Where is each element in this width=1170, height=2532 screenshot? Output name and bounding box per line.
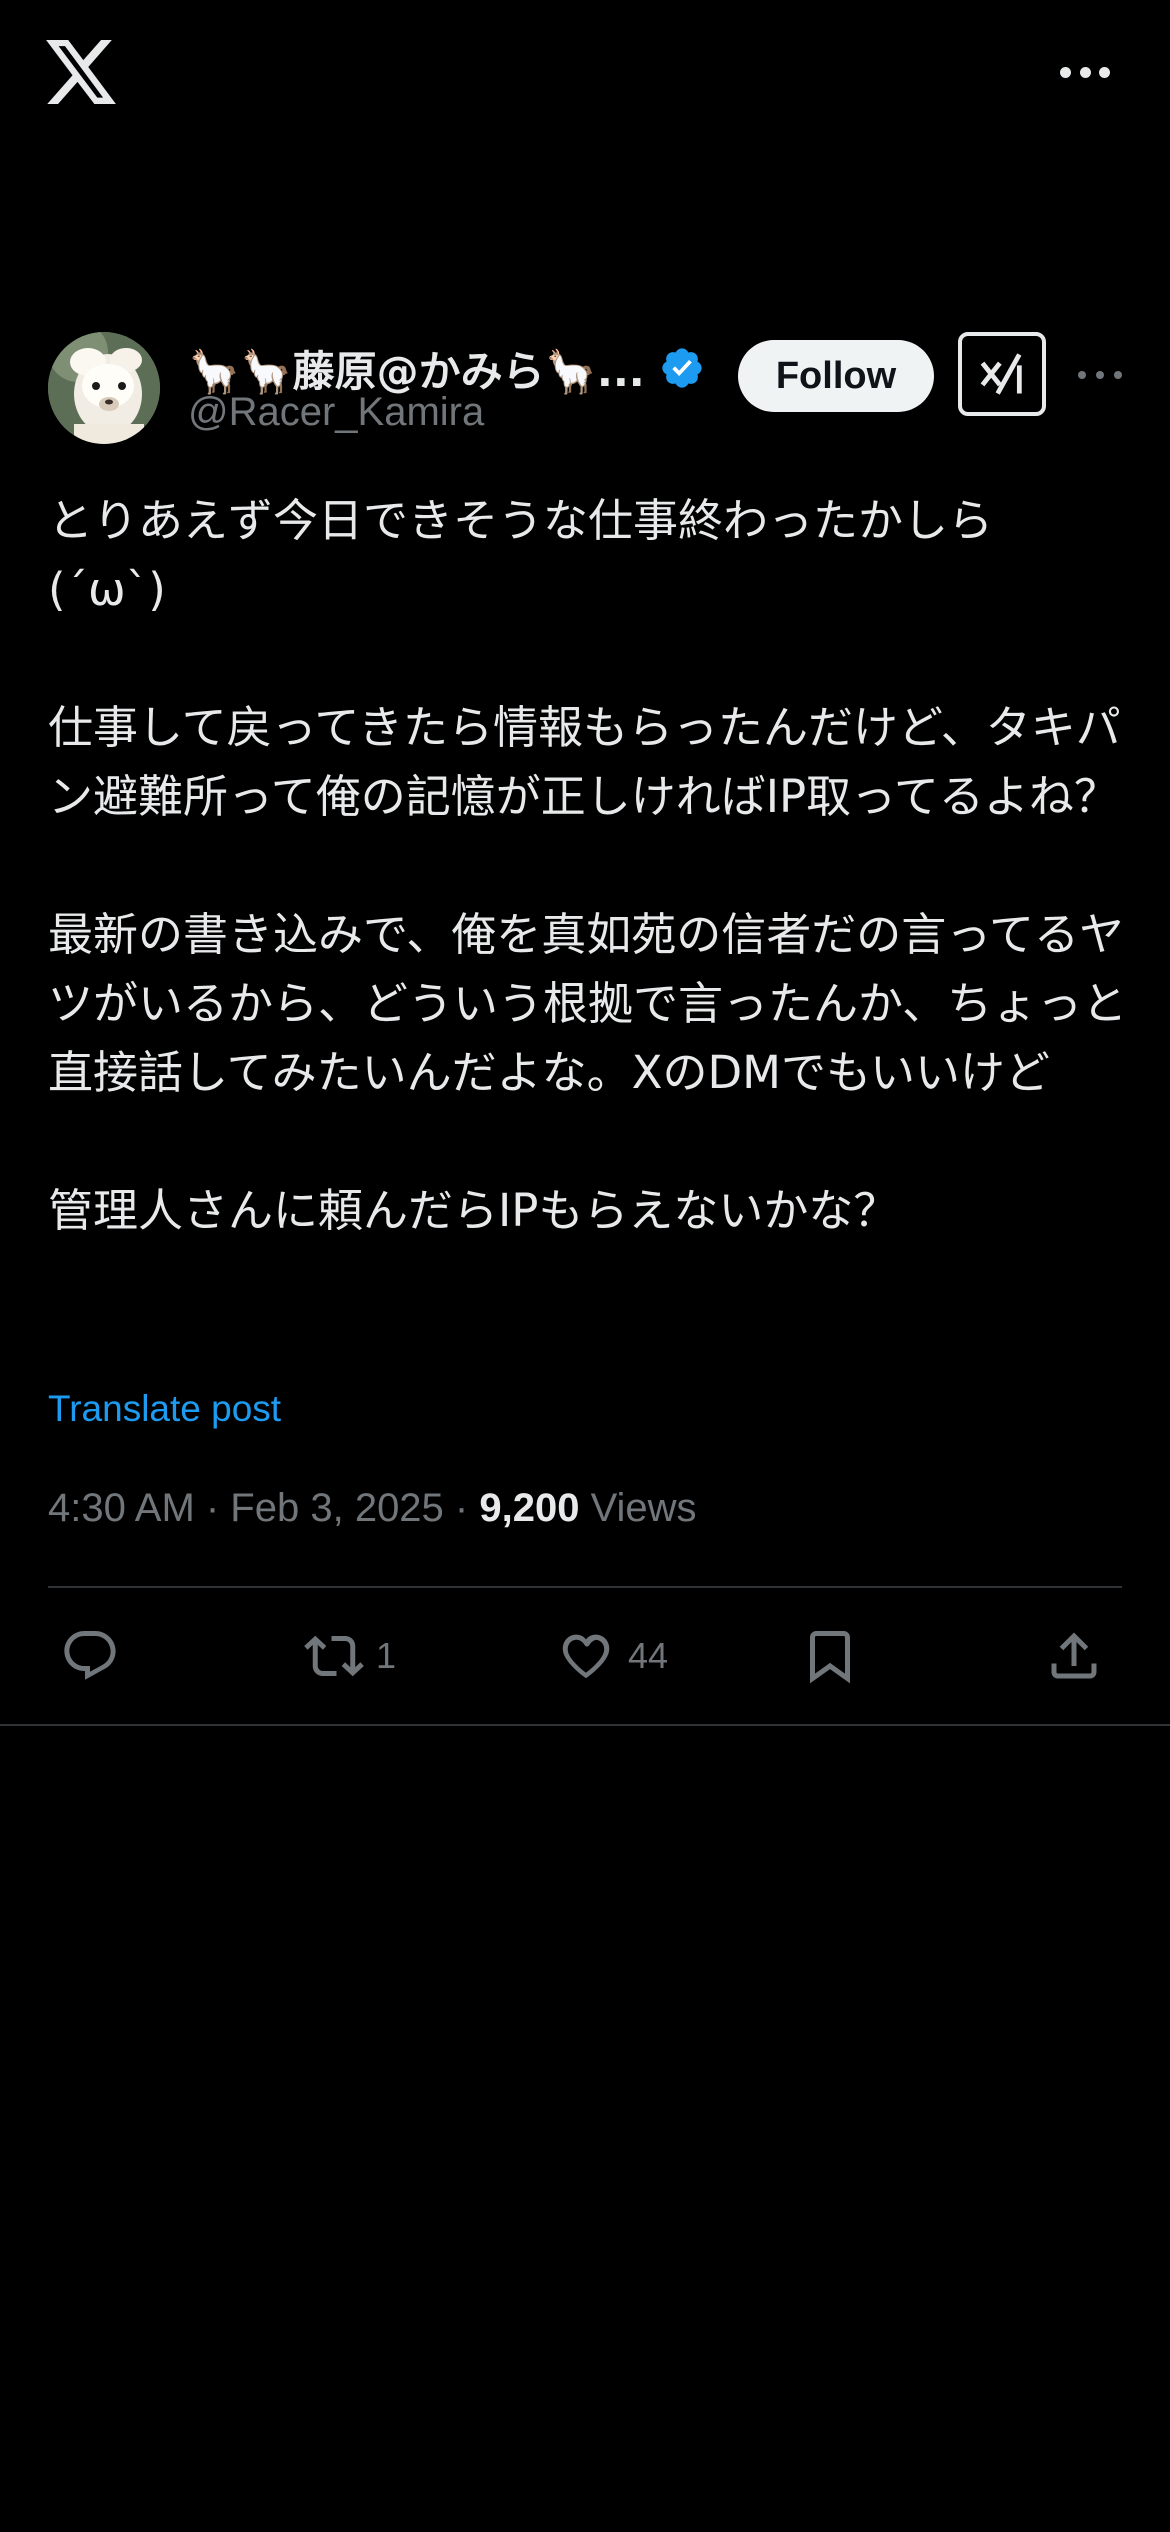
post-more-icon[interactable] <box>1078 370 1122 380</box>
author-handle[interactable]: @Racer_Kamira <box>188 390 484 435</box>
reply-button[interactable] <box>60 1620 132 1692</box>
x-logo-icon[interactable] <box>46 40 116 104</box>
reply-icon <box>64 1631 116 1680</box>
grok-button[interactable] <box>958 332 1046 416</box>
bookmark-button[interactable] <box>800 1620 860 1692</box>
alpaca-avatar <box>48 332 160 444</box>
like-count: 44 <box>628 1635 669 1676</box>
post-text: とりあえず今日できそうな仕事終わったかしら (´ω`) 仕事して戻ってきたら情報… <box>48 494 1128 1237</box>
translate-post-link[interactable]: Translate post <box>48 1388 281 1430</box>
top-bar <box>0 0 1170 150</box>
views-label: Views <box>579 1486 697 1530</box>
grok-icon <box>980 353 1022 395</box>
more-horizontal-icon[interactable] <box>1060 64 1110 80</box>
heart-icon <box>562 1634 610 1679</box>
follow-button[interactable]: Follow <box>738 340 934 412</box>
divider <box>0 1724 1170 1726</box>
post-timestamp[interactable]: 4:30 AM · Feb 3, 2025 · <box>48 1486 479 1530</box>
views-count[interactable]: 9,200 <box>479 1486 579 1530</box>
author-name-row[interactable]: 🦙🦙藤原@かみら🦙... <box>188 338 705 398</box>
verified-badge-icon <box>662 348 702 388</box>
post-header: 🦙🦙藤原@かみら🦙... @Racer_Kamira Follow <box>48 332 1128 452</box>
like-button[interactable]: 44 <box>556 1620 668 1692</box>
divider <box>48 1586 1122 1588</box>
repost-count: 1 <box>376 1635 397 1676</box>
repost-button[interactable]: 1 <box>304 1620 396 1692</box>
share-button[interactable] <box>1044 1620 1104 1692</box>
share-icon <box>1051 1632 1097 1679</box>
post-meta: 4:30 AM · Feb 3, 2025 · 9,200 Views <box>48 1486 697 1531</box>
bookmark-icon <box>810 1631 850 1684</box>
action-bar: 1 44 <box>48 1620 1122 1692</box>
repost-icon <box>304 1635 364 1677</box>
avatar[interactable] <box>48 332 160 444</box>
